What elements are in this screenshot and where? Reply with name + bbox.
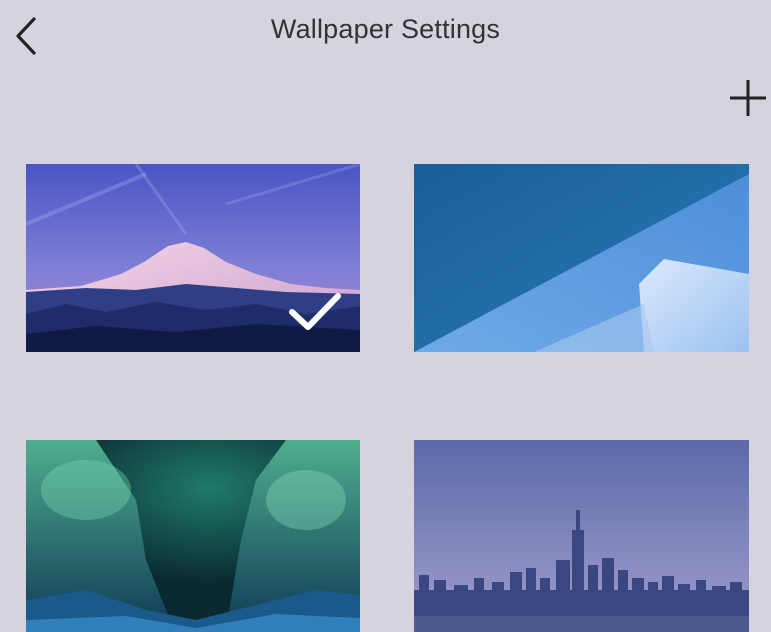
add-wallpaper-button[interactable] [726,76,770,120]
selected-check-icon [289,293,341,330]
wallpaper-abstract-thumbnail[interactable] [414,164,749,352]
wallpaper-settings-screen: Wallpaper Settings [0,0,771,632]
wallpaper-skyline-thumbnail[interactable] [414,440,749,632]
aurora-image [26,440,360,632]
wallpaper-mountain-thumbnail[interactable] [26,164,360,352]
skyline-image [414,440,749,632]
wallpaper-aurora-thumbnail[interactable] [26,440,360,632]
page-title: Wallpaper Settings [270,14,501,44]
plus-icon [730,80,766,116]
abstract-image [414,164,749,352]
